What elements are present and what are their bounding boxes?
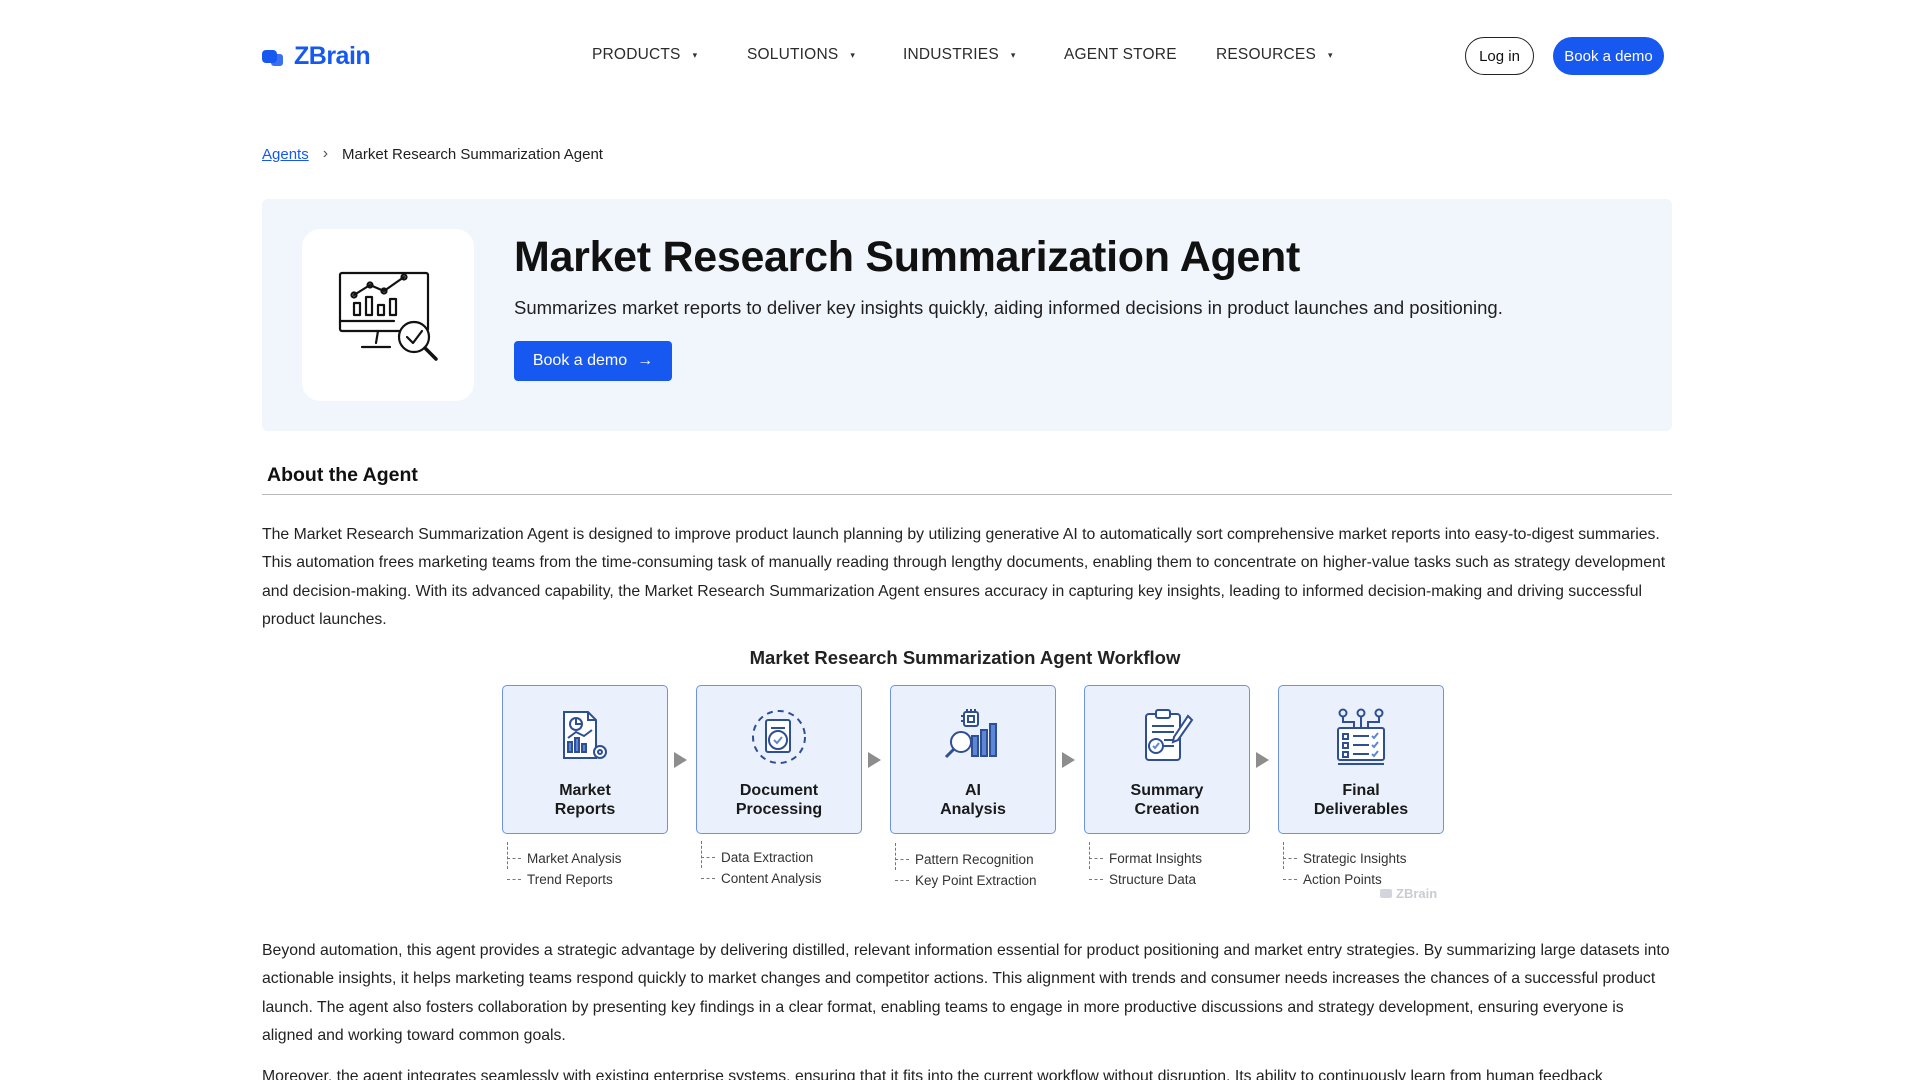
nav-item-resources[interactable]: RESOURCES ▾ xyxy=(1216,46,1333,64)
step-label: Document Processing xyxy=(735,782,823,818)
nav-label: PRODUCTS xyxy=(592,46,681,63)
about-heading: About the Agent xyxy=(267,464,418,486)
flow-arrow-icon xyxy=(868,752,881,768)
nav-item-products[interactable]: PRODUCTS ▾ xyxy=(592,46,697,64)
arrow-right-icon: → xyxy=(637,352,654,369)
agent-icon-card xyxy=(302,229,474,401)
workflow-title: Market Research Summarization Agent Work… xyxy=(749,647,1181,668)
step-details-document-processing: Data Extraction Content Analysis xyxy=(701,841,822,889)
nav-label: INDUSTRIES xyxy=(903,46,999,63)
nav-label: SOLUTIONS xyxy=(747,46,839,63)
step-detail: Data Extraction xyxy=(701,847,822,868)
step-detail: Pattern Recognition xyxy=(895,849,1037,870)
login-button[interactable]: Log in xyxy=(1465,37,1534,75)
book-demo-header-button[interactable]: Book a demo xyxy=(1553,37,1664,75)
step-details-final-deliverables: Strategic Insights Action Points xyxy=(1283,842,1407,890)
watermark-text: ZBrain xyxy=(1396,886,1438,901)
clipboard-pen-icon xyxy=(1145,709,1194,761)
about-paragraph-1: The Market Research Summarization Agent … xyxy=(262,526,1666,628)
workflow-step-final-deliverables: Final Deliverables xyxy=(1278,685,1444,834)
nav-item-agent-store[interactable]: AGENT STORE xyxy=(1064,46,1177,64)
breadcrumb-agents-link[interactable]: Agents xyxy=(262,146,309,163)
site-header: ZBrain PRODUCTS ▾ SOLUTIONS ▾ INDUSTRIES… xyxy=(0,0,1920,110)
caret-down-icon: ▾ xyxy=(1327,49,1333,60)
book-demo-label: Book a demo xyxy=(532,352,628,369)
agent-hero: Market Research Summarization Agent Summ… xyxy=(262,199,1672,431)
workflow-step-summary-creation: Summary Creation xyxy=(1084,685,1250,834)
step-detail: Structure Data xyxy=(1089,869,1202,890)
document-cycle-icon xyxy=(752,710,806,764)
step-detail: Market Analysis xyxy=(507,848,622,869)
agent-title: Market Research Summarization Agent xyxy=(514,233,1301,281)
ai-magnifier-icon xyxy=(944,709,997,759)
zbrain-watermark: ZBrain xyxy=(1380,886,1437,901)
caret-down-icon: ▾ xyxy=(850,49,856,60)
workflow-step-document-processing: Document Processing xyxy=(696,685,862,834)
step-details-ai-analysis: Pattern Recognition Key Point Extraction xyxy=(895,843,1037,891)
workflow-step-market-reports: Market Reports xyxy=(502,685,668,834)
step-detail: Strategic Insights xyxy=(1283,848,1407,869)
workflow-step-ai-analysis: AI Analysis xyxy=(890,685,1056,834)
report-chart-icon xyxy=(563,711,607,759)
analytics-monitor-check-icon xyxy=(338,271,438,361)
step-label: Final Deliverables xyxy=(1313,782,1409,818)
nav-item-solutions[interactable]: SOLUTIONS ▾ xyxy=(747,46,855,64)
step-detail: Format Insights xyxy=(1089,848,1202,869)
about-paragraph-2: Beyond automation, this agent provides a… xyxy=(262,942,1670,1044)
step-details-summary-creation: Format Insights Structure Data xyxy=(1089,842,1202,890)
step-detail: Content Analysis xyxy=(701,868,822,889)
flow-arrow-icon xyxy=(1062,752,1075,768)
step-label: AI Analysis xyxy=(940,782,1006,818)
about-paragraph-3: Moreover, the agent integrates seamlessl… xyxy=(262,1068,1603,1080)
caret-down-icon: ▾ xyxy=(692,49,698,60)
nav-label: RESOURCES xyxy=(1216,46,1316,63)
step-detail: Key Point Extraction xyxy=(895,870,1037,891)
zbrain-logo-icon xyxy=(1380,889,1392,898)
nav-label: AGENT STORE xyxy=(1064,46,1177,63)
breadcrumb: Agents › Market Research Summarization A… xyxy=(262,145,603,163)
caret-down-icon: ▾ xyxy=(1010,49,1016,60)
step-label: Summary Creation xyxy=(1130,782,1204,818)
flow-arrow-icon xyxy=(1256,752,1269,768)
agent-description: Summarizes market reports to deliver key… xyxy=(514,297,1503,318)
chevron-right-icon: › xyxy=(322,145,329,162)
flow-arrow-icon xyxy=(674,752,687,768)
section-divider xyxy=(262,494,1672,495)
nav-item-industries[interactable]: INDUSTRIES ▾ xyxy=(903,46,1016,64)
step-detail: Trend Reports xyxy=(507,869,622,890)
step-details-market-reports: Market Analysis Trend Reports xyxy=(507,842,622,890)
checklist-monitor-icon xyxy=(1337,708,1385,765)
book-demo-button[interactable]: Book a demo → xyxy=(514,341,672,381)
breadcrumb-current: Market Research Summarization Agent xyxy=(342,145,603,163)
step-label: Market Reports xyxy=(554,782,616,818)
